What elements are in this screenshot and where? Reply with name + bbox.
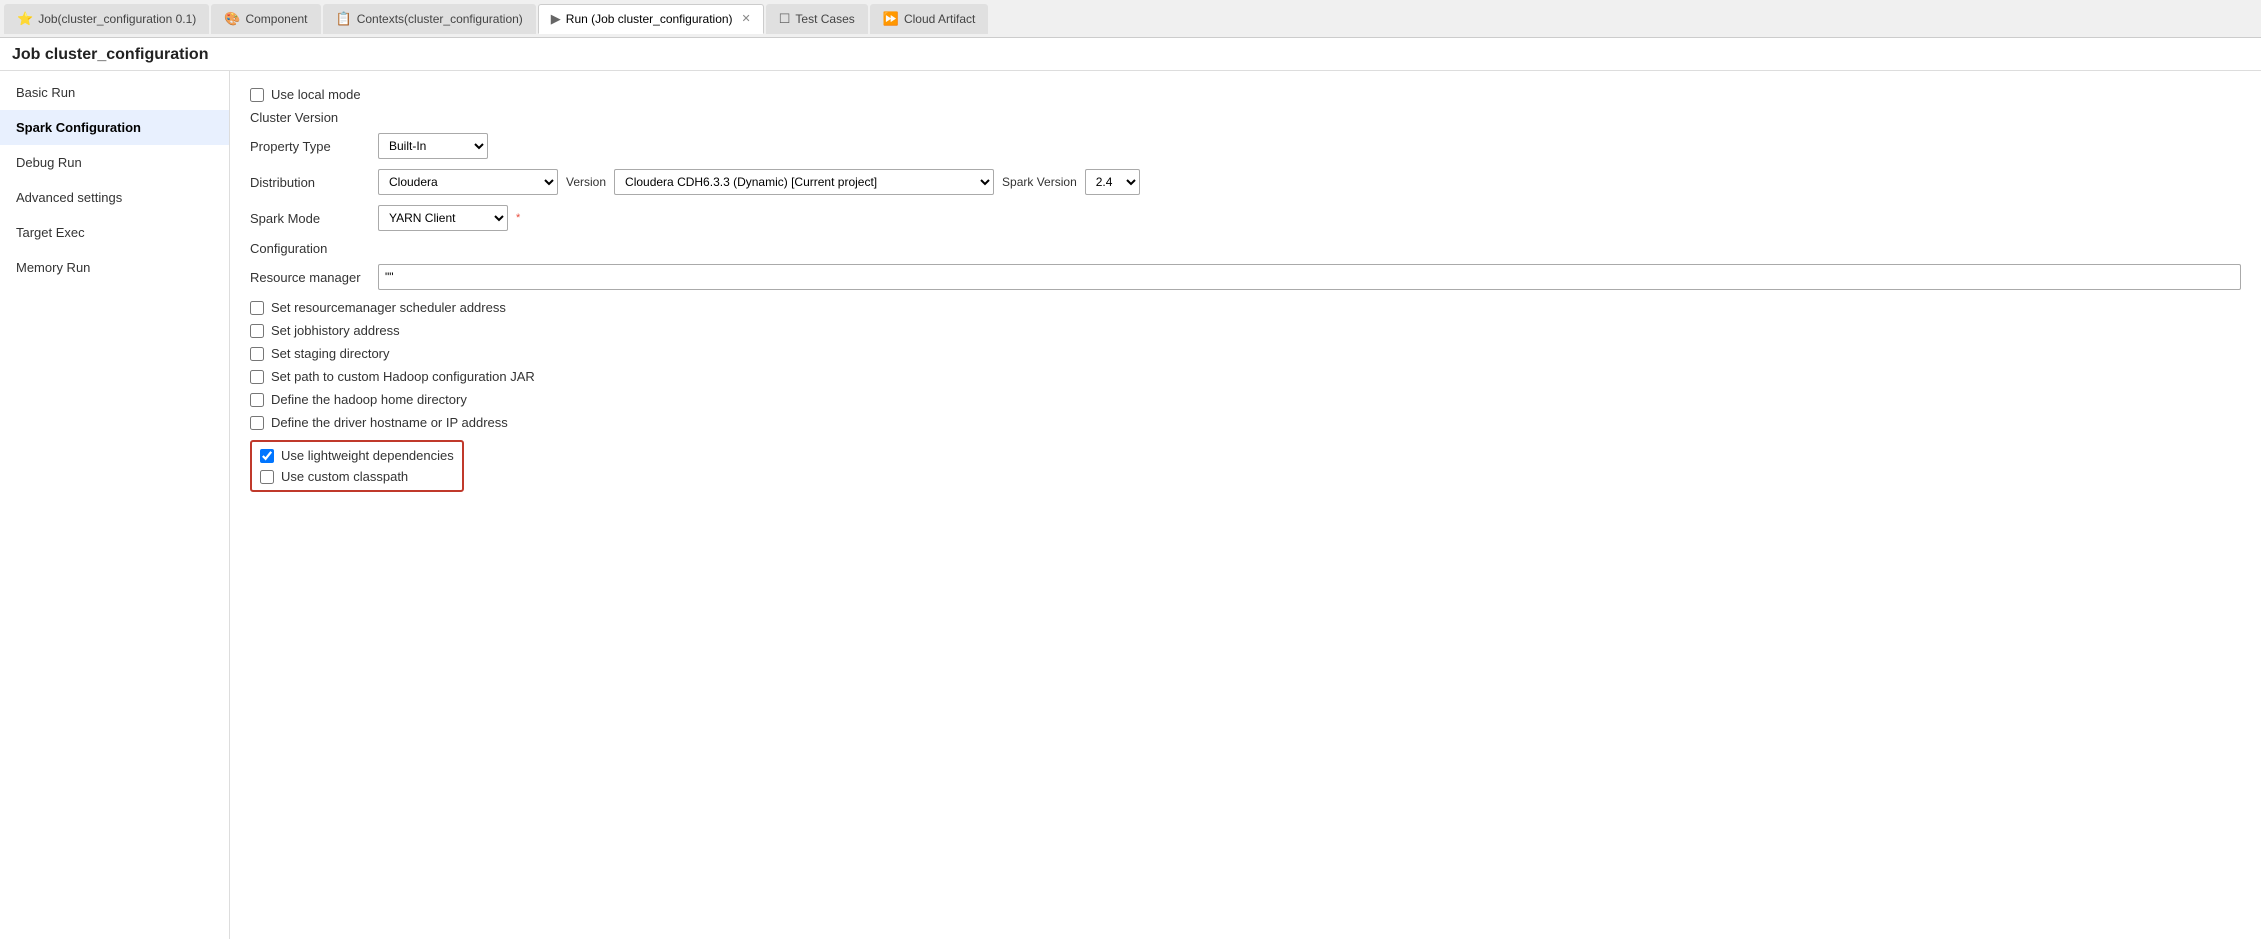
use-local-mode-checkbox[interactable] [250, 88, 264, 102]
tab-cloud-artifact[interactable]: ⏩ Cloud Artifact [870, 4, 989, 34]
palette-icon: 🎨 [224, 11, 240, 27]
sidebar-item-memory-run[interactable]: Memory Run [0, 250, 229, 285]
checkbox-row-set-jobhistory: Set jobhistory address [250, 323, 2241, 338]
use-local-mode-row: Use local mode [250, 87, 2241, 102]
tab-component[interactable]: 🎨 Component [211, 4, 320, 34]
checkbox-row-use-custom-classpath: Use custom classpath [260, 469, 454, 484]
sidebar-item-basic-run[interactable]: Basic Run [0, 75, 229, 110]
highlighted-section: Use lightweight dependencies Use custom c… [250, 440, 464, 492]
resource-manager-input[interactable] [378, 264, 2241, 290]
define-hadoop-home-checkbox[interactable] [250, 393, 264, 407]
contexts-icon: 📋 [336, 11, 352, 27]
set-path-hadoop-label[interactable]: Set path to custom Hadoop configuration … [271, 369, 535, 384]
tab-contexts[interactable]: 📋 Contexts(cluster_configuration) [323, 4, 536, 34]
use-local-mode-label[interactable]: Use local mode [271, 87, 361, 102]
resource-manager-label: Resource manager [250, 270, 370, 285]
checkbox-row-use-lightweight: Use lightweight dependencies [260, 448, 454, 463]
checkbox-row-set-resourcemanager: Set resourcemanager scheduler address [250, 300, 2241, 315]
set-jobhistory-label[interactable]: Set jobhistory address [271, 323, 400, 338]
define-driver-hostname-checkbox[interactable] [250, 416, 264, 430]
version-select[interactable]: Cloudera CDH6.3.3 (Dynamic) [Current pro… [614, 169, 994, 195]
checkbox-row-define-hadoop-home: Define the hadoop home directory [250, 392, 2241, 407]
star-icon: ⭐ [17, 11, 33, 27]
test-cases-icon: ☐ [779, 11, 791, 27]
content-area: Basic Run Spark Configuration Debug Run … [0, 71, 2261, 939]
spark-version-label: Spark Version [1002, 175, 1077, 189]
sidebar: Basic Run Spark Configuration Debug Run … [0, 71, 230, 939]
set-resourcemanager-checkbox[interactable] [250, 301, 264, 315]
distribution-row: Distribution Cloudera Amazon EMR Azure H… [250, 169, 2241, 195]
version-label: Version [566, 175, 606, 189]
use-lightweight-label[interactable]: Use lightweight dependencies [281, 448, 454, 463]
sidebar-item-spark-configuration[interactable]: Spark Configuration [0, 110, 229, 145]
tab-test-cases[interactable]: ☐ Test Cases [766, 4, 868, 34]
set-path-hadoop-checkbox[interactable] [250, 370, 264, 384]
distribution-label: Distribution [250, 175, 370, 190]
property-type-select[interactable]: Built-In Custom [378, 133, 488, 159]
property-type-row: Property Type Built-In Custom [250, 133, 2241, 159]
tab-run[interactable]: ▶ Run (Job cluster_configuration) ✕ [538, 4, 764, 34]
use-lightweight-checkbox[interactable] [260, 449, 274, 463]
set-jobhistory-checkbox[interactable] [250, 324, 264, 338]
define-driver-hostname-label[interactable]: Define the driver hostname or IP address [271, 415, 508, 430]
checkboxes-container: Set resourcemanager scheduler address Set… [250, 300, 2241, 492]
set-resourcemanager-label[interactable]: Set resourcemanager scheduler address [271, 300, 506, 315]
main-panel: Use local mode Cluster Version Property … [230, 71, 2261, 939]
set-staging-label[interactable]: Set staging directory [271, 346, 390, 361]
distribution-select[interactable]: Cloudera Amazon EMR Azure HDInsight Goog… [378, 169, 558, 195]
checkbox-row-set-staging: Set staging directory [250, 346, 2241, 361]
property-type-label: Property Type [250, 139, 370, 154]
cluster-version-label: Cluster Version [250, 110, 2241, 125]
tab-bar: ⭐ Job(cluster_configuration 0.1) 🎨 Compo… [0, 0, 2261, 38]
page-title: Job cluster_configuration [0, 38, 2261, 71]
use-custom-classpath-label[interactable]: Use custom classpath [281, 469, 408, 484]
spark-mode-row: Spark Mode YARN Client YARN Cluster Loca… [250, 205, 2241, 231]
set-staging-checkbox[interactable] [250, 347, 264, 361]
close-icon[interactable]: ✕ [742, 12, 751, 25]
checkbox-row-set-path-hadoop: Set path to custom Hadoop configuration … [250, 369, 2241, 384]
resource-manager-row: Resource manager [250, 264, 2241, 290]
spark-version-select[interactable]: 2.4 2.3 2.2 2.1 [1085, 169, 1140, 195]
tab-job[interactable]: ⭐ Job(cluster_configuration 0.1) [4, 4, 209, 34]
sidebar-item-debug-run[interactable]: Debug Run [0, 145, 229, 180]
run-icon: ▶ [551, 11, 561, 27]
spark-mode-label: Spark Mode [250, 211, 370, 226]
cloud-artifact-icon: ⏩ [883, 11, 899, 27]
use-custom-classpath-checkbox[interactable] [260, 470, 274, 484]
checkbox-row-define-driver-hostname: Define the driver hostname or IP address [250, 415, 2241, 430]
main-container: Job cluster_configuration Basic Run Spar… [0, 38, 2261, 939]
spark-mode-select[interactable]: YARN Client YARN Cluster Local [378, 205, 508, 231]
define-hadoop-home-label[interactable]: Define the hadoop home directory [271, 392, 467, 407]
sidebar-item-target-exec[interactable]: Target Exec [0, 215, 229, 250]
sidebar-item-advanced-settings[interactable]: Advanced settings [0, 180, 229, 215]
configuration-label: Configuration [250, 241, 2241, 256]
asterisk-icon: * [516, 212, 520, 224]
